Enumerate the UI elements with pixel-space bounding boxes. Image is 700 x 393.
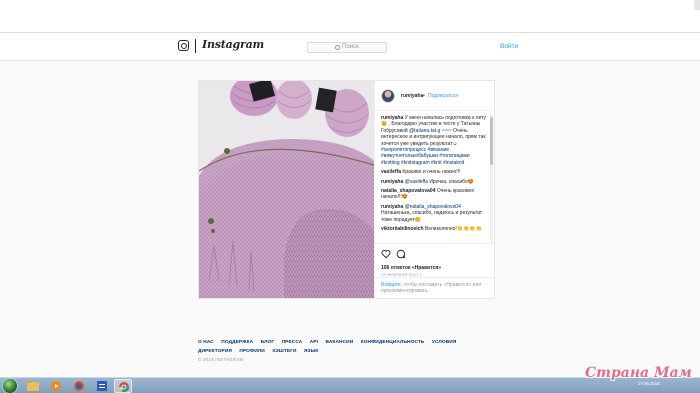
caption-hashtags[interactable]: #скоролетопроцесс #вязание #вяжутнетольк… (381, 147, 470, 166)
comment-item: vasileffa Красиво и очень нежно!!! (381, 169, 489, 175)
footer-link-support[interactable]: ПОДДЕРЖКА (221, 340, 253, 345)
footer-link-directory[interactable]: ДИРЕКТОРИЯ (198, 349, 232, 354)
footer-link-press[interactable]: ПРЕССА (282, 340, 303, 345)
comment-item: viktoriiabilinovich Великолепно!👏👏👏👏 (381, 226, 489, 232)
post-username[interactable]: rumiyaha (401, 93, 423, 99)
browser-top-bar (0, 0, 700, 33)
watermark: Страна Мам (585, 365, 692, 381)
footer-link-hashtags[interactable]: ХЭШТЕГИ (272, 349, 296, 354)
likes-count[interactable]: 106 отметок «Нравится» (381, 265, 441, 271)
footer-link-api[interactable]: API (310, 340, 318, 345)
comment-text: Наташенька, спасибо, надеюсь и результат… (381, 210, 483, 223)
footer-link-terms[interactable]: УСЛОВИЯ (432, 340, 457, 345)
search-input[interactable]: Поиск (307, 42, 387, 53)
browser-scrollbar[interactable] (694, 0, 700, 10)
footer-link-jobs[interactable]: ВАКАНСИИ (326, 340, 354, 345)
search-icon (335, 45, 340, 50)
footer-link-about[interactable]: О НАС (198, 340, 214, 345)
comment-username[interactable]: viktoriiabilinovich (381, 226, 424, 232)
start-button[interactable] (3, 379, 17, 393)
search-placeholder: Поиск (342, 44, 359, 50)
caption: rumiyaha У меня началась подготовка к ле… (381, 115, 489, 166)
knitting-photo-illustration (199, 81, 374, 298)
footer-link-language[interactable]: ЯЗЫК (304, 349, 318, 354)
caption-mention[interactable]: @tatiana.tat.g (409, 128, 440, 134)
follow-button[interactable]: Подписаться (428, 93, 458, 99)
word-icon[interactable] (93, 379, 111, 393)
footer-link-profiles[interactable]: ПРОФИЛИ (239, 349, 264, 354)
copyright: © 2018 INSTAGRAM (198, 357, 244, 362)
logo-divider (195, 39, 196, 53)
post-photo[interactable] (199, 81, 374, 298)
comment-mention[interactable]: @natalia_shapovalova04 (405, 204, 461, 210)
chrome-icon[interactable] (114, 379, 132, 393)
media-player-icon[interactable] (47, 379, 65, 393)
footer-nav: О НАС ПОДДЕРЖКА БЛОГ ПРЕССА API ВАКАНСИИ… (198, 338, 498, 356)
comment-text: Великолепно!👏👏👏👏 (424, 226, 482, 233)
comment-text: Красиво и очень нежно!!! (402, 169, 461, 176)
footer-link-privacy[interactable]: КОНФИДЕНЦИАЛЬНОСТЬ (361, 340, 425, 345)
post-header: rumiyaha • Подписаться (375, 81, 496, 111)
login-prompt-link[interactable]: Войдите (381, 282, 401, 288)
comment-mention[interactable]: @vasileffa (405, 179, 428, 185)
clock-date[interactable]: 17:06.2018 (638, 381, 660, 386)
instagram-header: Instagram Поиск Войти (0, 33, 700, 61)
comment-username[interactable]: rumiyaha (381, 179, 403, 185)
footer-link-blog[interactable]: БЛОГ (261, 340, 275, 345)
login-prompt: Войдите, чтобы поставить «Нравится» или … (375, 277, 496, 298)
comments-list[interactable]: rumiyaha У меня началась подготовка к ле… (381, 115, 489, 241)
login-link[interactable]: Войти (500, 43, 518, 50)
comment-icon[interactable] (396, 249, 406, 259)
firefox-icon[interactable] (70, 379, 88, 393)
avatar[interactable] (381, 89, 395, 103)
comment-username[interactable]: vasileffa (381, 169, 401, 175)
post-actions: 106 отметок «Нравится» 19 ФЕВРАЛЯ 2017 Г… (375, 243, 496, 277)
post-sidebar: rumiyaha • Подписаться rumiyaha У меня н… (374, 81, 496, 298)
comment-item: natalia_shapovalova04 Очень красивое нач… (381, 188, 489, 201)
comment-text: Ирочка, спасибо😍 (429, 178, 475, 185)
instagram-camera-icon[interactable] (178, 40, 189, 51)
heart-icon[interactable] (381, 249, 391, 259)
folder-icon[interactable] (24, 379, 42, 393)
post-card: rumiyaha • Подписаться rumiyaha У меня н… (198, 80, 496, 299)
separator-dot: • (423, 93, 425, 99)
comments-scrollbar-thumb[interactable] (490, 117, 493, 165)
comment-item: rumiyaha @natalia_shapovalova04 Наташень… (381, 204, 489, 223)
instagram-wordmark[interactable]: Instagram (202, 38, 264, 51)
comment-username[interactable]: rumiyaha (381, 204, 403, 210)
comment-item: rumiyaha @vasileffa Ирочка, спасибо😍 (381, 179, 489, 185)
